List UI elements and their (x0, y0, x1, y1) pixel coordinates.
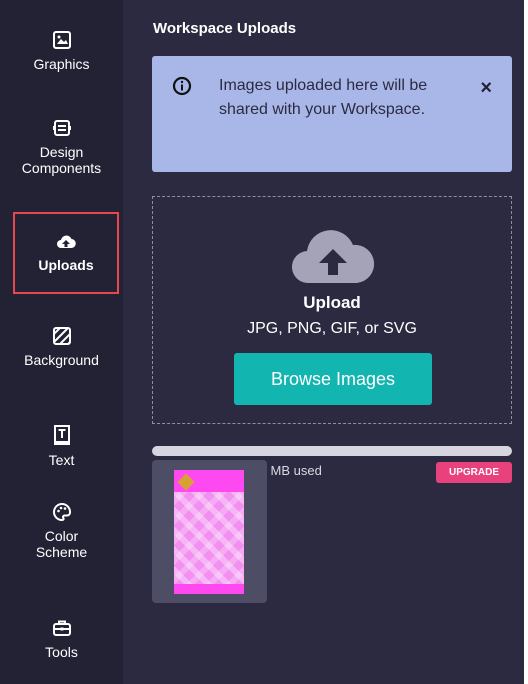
palette-icon (52, 502, 71, 522)
browse-images-button[interactable]: Browse Images (234, 353, 432, 405)
sidebar-item-label: Background (24, 352, 99, 368)
upload-formats-text: JPG, PNG, GIF, or SVG (247, 320, 417, 337)
sidebar-item-label: Graphics (33, 56, 90, 72)
sidebar-item-color-scheme[interactable]: Color Scheme (0, 502, 123, 560)
sidebar-item-tools[interactable]: Tools (0, 618, 123, 660)
sidebar-item-label: Design Components (21, 144, 102, 176)
info-icon (172, 76, 192, 96)
sidebar-item-background[interactable]: Background (0, 326, 123, 368)
cloud-upload-icon (57, 235, 76, 249)
uploaded-image-thumbnail[interactable] (152, 460, 267, 603)
storage-usage-bar (152, 446, 512, 456)
sidebar-item-design-components[interactable]: Design Components (0, 118, 123, 176)
close-icon[interactable]: × (480, 78, 492, 98)
text-box-icon (53, 425, 70, 445)
info-banner: Images uploaded here will be shared with… (152, 56, 512, 172)
image-icon (52, 31, 71, 49)
sidebar-item-label: Uploads (38, 257, 94, 273)
sidebar: Graphics Design Components Uploads Backg… (0, 0, 123, 684)
sidebar-item-text[interactable]: Text (0, 424, 123, 468)
upload-title: Upload (303, 293, 361, 312)
sidebar-item-label: Tools (45, 644, 78, 660)
storage-usage-fill (152, 446, 512, 456)
info-banner-text: Images uploaded here will be shared with… (219, 77, 428, 118)
sidebar-item-graphics[interactable]: Graphics (0, 30, 123, 72)
uploaded-image-preview (174, 470, 244, 594)
components-icon (52, 120, 71, 136)
image-band-bottom (174, 584, 244, 594)
uploads-main-panel: Workspace Uploads Images uploaded here w… (123, 0, 524, 684)
sidebar-item-uploads[interactable]: Uploads (13, 212, 119, 294)
hatched-square-icon (52, 327, 71, 345)
uploads-panel-frame: Graphics Design Components Uploads Backg… (0, 0, 524, 684)
sidebar-item-label: Color Scheme (35, 528, 88, 560)
panel-title: Workspace Uploads (153, 20, 297, 37)
toolbox-icon (52, 620, 71, 636)
upload-dropzone[interactable]: Upload JPG, PNG, GIF, or SVG Browse Imag… (152, 196, 512, 424)
cloud-upload-icon (291, 230, 375, 284)
sidebar-item-label: Text (48, 452, 75, 468)
upgrade-button[interactable]: UPGRADE (436, 462, 512, 483)
